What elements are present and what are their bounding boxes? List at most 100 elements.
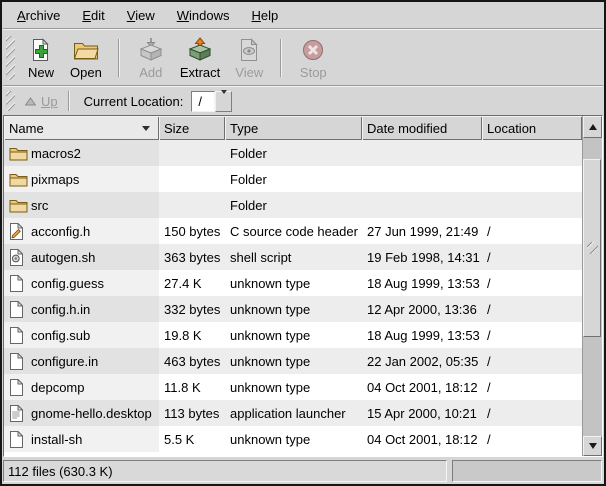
file-type-cell: Folder <box>225 192 362 218</box>
view-file-icon <box>238 37 260 63</box>
text-icon <box>9 405 31 422</box>
up-button-label: Up <box>41 94 58 109</box>
file-list-body: macros2 Folder pixmaps Folder src Folder… <box>4 140 582 456</box>
file-name-cell: depcomp <box>4 374 159 400</box>
column-header-size[interactable]: Size <box>159 116 225 140</box>
menu-edit[interactable]: Edit <box>71 5 115 26</box>
file-name-cell: macros2 <box>4 140 159 166</box>
open-archive-icon <box>73 37 99 63</box>
folder-icon <box>9 172 31 187</box>
file-type-cell: Folder <box>225 140 362 166</box>
table-row[interactable]: configure.in 463 bytes unknown type 22 J… <box>4 348 582 374</box>
file-name-cell: configure.in <box>4 348 159 374</box>
table-row[interactable]: install-sh 5.5 K unknown type 04 Oct 200… <box>4 426 582 452</box>
file-type-cell: Folder <box>225 166 362 192</box>
file-type-cell: unknown type <box>225 426 362 452</box>
location-dropdown-button[interactable] <box>215 91 232 112</box>
file-date-cell: 18 Aug 1999, 13:53 <box>362 270 482 296</box>
file-size-cell: 113 bytes <box>159 400 225 426</box>
new-button[interactable]: New <box>19 33 63 83</box>
menu-help[interactable]: Help <box>240 5 289 26</box>
file-name-cell: autogen.sh <box>4 244 159 270</box>
document-icon <box>9 327 31 344</box>
view-button-label: View <box>235 65 263 80</box>
column-header-location[interactable]: Location <box>482 116 582 140</box>
file-location-cell: / <box>482 296 582 322</box>
add-files-icon <box>138 37 164 63</box>
document-icon <box>9 353 31 370</box>
file-name-cell: config.guess <box>4 270 159 296</box>
file-size-cell: 363 bytes <box>159 244 225 270</box>
file-date-cell: 19 Feb 1998, 14:31 <box>362 244 482 270</box>
file-list: Name Size Type Date modified Location ma… <box>3 115 603 457</box>
vertical-scrollbar[interactable] <box>582 116 602 456</box>
folder-icon <box>9 146 31 161</box>
toolbar-drag-handle[interactable] <box>6 36 15 80</box>
toolbar-separator <box>118 39 120 77</box>
file-size-cell: 150 bytes <box>159 218 225 244</box>
table-row[interactable]: config.guess 27.4 K unknown type 18 Aug … <box>4 270 582 296</box>
file-size-cell <box>159 140 225 166</box>
scroll-up-icon <box>589 124 597 130</box>
scroll-up-button[interactable] <box>583 116 602 138</box>
file-location-cell: / <box>482 348 582 374</box>
location-input[interactable]: / <box>191 91 215 112</box>
locationbar-drag-handle[interactable] <box>6 91 15 111</box>
file-name-cell: pixmaps <box>4 166 159 192</box>
extract-button[interactable]: Extract <box>173 33 227 83</box>
open-button[interactable]: Open <box>63 33 109 83</box>
add-button: Add <box>129 33 173 83</box>
table-row[interactable]: acconfig.h 150 bytes C source code heade… <box>4 218 582 244</box>
statusbar: 112 files (630.3 K) <box>2 457 604 484</box>
location-bar: Up Current Location: / <box>2 87 604 115</box>
scrollbar-thumb[interactable] <box>583 159 601 337</box>
file-date-cell: 04 Oct 2001, 18:12 <box>362 374 482 400</box>
file-date-cell: 22 Jan 2002, 05:35 <box>362 348 482 374</box>
file-date-cell: 12 Apr 2000, 13:36 <box>362 296 482 322</box>
file-name-cell: install-sh <box>4 426 159 452</box>
column-header-type[interactable]: Type <box>225 116 362 140</box>
file-location-cell: / <box>482 322 582 348</box>
stop-button: Stop <box>291 33 335 83</box>
column-header-date-modified[interactable]: Date modified <box>362 116 482 140</box>
file-location-cell: / <box>482 218 582 244</box>
folder-icon <box>9 198 31 213</box>
menu-archive[interactable]: Archive <box>6 5 71 26</box>
up-arrow-icon <box>25 94 36 109</box>
file-name-cell: config.h.in <box>4 296 159 322</box>
file-date-cell: 15 Apr 2000, 10:21 <box>362 400 482 426</box>
add-button-label: Add <box>139 65 162 80</box>
column-header-name[interactable]: Name <box>4 116 159 140</box>
scroll-down-icon <box>589 443 597 449</box>
table-row[interactable]: gnome-hello.desktop 113 bytes applicatio… <box>4 400 582 426</box>
table-row[interactable]: depcomp 11.8 K unknown type 04 Oct 2001,… <box>4 374 582 400</box>
table-row[interactable]: macros2 Folder <box>4 140 582 166</box>
file-type-cell: unknown type <box>225 374 362 400</box>
table-row[interactable]: src Folder <box>4 192 582 218</box>
file-location-cell <box>482 166 582 192</box>
file-type-cell: unknown type <box>225 348 362 374</box>
scroll-down-button[interactable] <box>583 436 602 456</box>
table-row[interactable]: autogen.sh 363 bytes shell script 19 Feb… <box>4 244 582 270</box>
file-location-cell <box>482 192 582 218</box>
menu-windows[interactable]: Windows <box>166 5 241 26</box>
table-row[interactable]: pixmaps Folder <box>4 166 582 192</box>
scrollbar-trough[interactable] <box>583 138 602 436</box>
file-size-cell: 5.5 K <box>159 426 225 452</box>
file-date-cell: 04 Oct 2001, 18:12 <box>362 426 482 452</box>
menubar: Archive Edit View Windows Help <box>2 2 604 28</box>
table-row[interactable]: config.sub 19.8 K unknown type 18 Aug 19… <box>4 322 582 348</box>
archive-manager-window: Archive Edit View Windows Help New <box>0 0 606 486</box>
file-type-cell: application launcher <box>225 400 362 426</box>
table-row[interactable]: config.h.in 332 bytes unknown type 12 Ap… <box>4 296 582 322</box>
menu-view[interactable]: View <box>116 5 166 26</box>
view-button: View <box>227 33 271 83</box>
document-icon <box>9 431 31 448</box>
file-date-cell: 18 Aug 1999, 13:53 <box>362 322 482 348</box>
extract-icon <box>187 37 213 63</box>
file-list-header: Name Size Type Date modified Location <box>4 116 582 140</box>
location-combo: / <box>191 91 232 112</box>
dropdown-arrow-icon <box>220 94 227 109</box>
file-size-cell: 19.8 K <box>159 322 225 348</box>
file-type-cell: unknown type <box>225 322 362 348</box>
